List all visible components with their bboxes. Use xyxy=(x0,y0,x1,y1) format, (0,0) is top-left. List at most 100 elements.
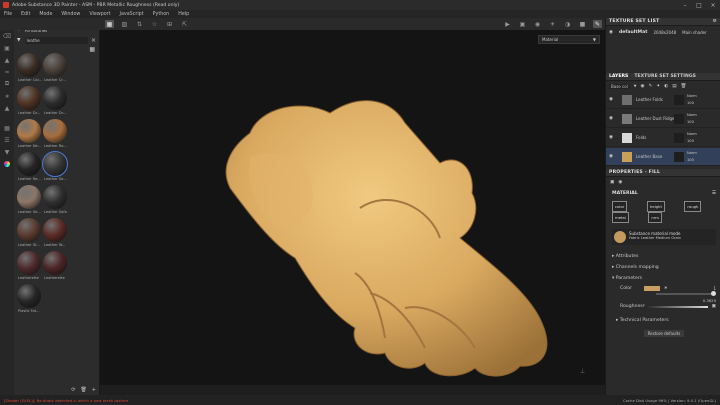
maximize-icon[interactable]: □ xyxy=(692,0,706,10)
substance-material-card[interactable]: Substance material mode Fabric Leather M… xyxy=(612,229,716,245)
layer-blend-mode[interactable]: Norm xyxy=(687,94,697,98)
section-attributes[interactable]: ▸ Attributes xyxy=(612,251,716,262)
restore-defaults-button[interactable]: Restore defaults xyxy=(644,330,684,337)
visibility-icon[interactable]: ◉ xyxy=(609,116,613,121)
menu-python[interactable]: Python xyxy=(153,12,170,17)
layer-row[interactable]: ◉ Leather Folds Norm 100 xyxy=(606,91,720,109)
roughness-menu-icon[interactable]: ▣ xyxy=(712,304,716,309)
material-menu-icon[interactable]: ☰ xyxy=(712,191,716,196)
layer-mask-slot[interactable] xyxy=(674,133,684,143)
visibility-icon[interactable]: ◉ xyxy=(609,30,613,35)
layer-blend-mode[interactable]: Norm xyxy=(687,132,697,136)
layer-opacity[interactable]: 100 xyxy=(687,139,694,143)
smudge-icon[interactable]: ≈ xyxy=(0,66,14,78)
pose-icon[interactable]: ☆ xyxy=(150,20,159,28)
close-icon[interactable]: × xyxy=(706,0,720,10)
section-technical-parameters[interactable]: ▸ Technical Parameters xyxy=(616,318,716,323)
section-channels-mapping[interactable]: ▸ Channels mapping xyxy=(612,262,716,273)
clone-icon[interactable]: ⧉ xyxy=(0,78,14,90)
split-view-icon[interactable]: ▧ xyxy=(120,20,129,28)
viewer-settings-icon[interactable]: ■ xyxy=(578,20,587,28)
asset-thumbnail[interactable] xyxy=(43,218,67,242)
asset-thumbnail[interactable] xyxy=(43,251,67,275)
menu-viewport[interactable]: Viewport xyxy=(89,12,110,17)
shader-select[interactable]: Main shader xyxy=(682,30,707,35)
material-mode-icon[interactable]: ◉ xyxy=(618,180,622,185)
library-icon[interactable]: ▦ xyxy=(0,122,14,134)
menu-edit[interactable]: Edit xyxy=(21,12,30,17)
polygon-fill-icon[interactable]: ▲ xyxy=(0,102,14,114)
menu-window[interactable]: Window xyxy=(61,12,80,17)
menu-file[interactable]: File xyxy=(4,12,12,17)
slider-handle[interactable] xyxy=(711,291,716,296)
chip-height[interactable]: height xyxy=(646,201,665,212)
eyedropper-icon[interactable]: ∗ xyxy=(664,286,668,291)
picker-icon[interactable]: ∗ xyxy=(0,90,14,102)
symmetry-icon[interactable]: ⇅ xyxy=(135,20,144,28)
play-icon[interactable]: ▶ xyxy=(503,20,512,28)
layer-blend-mode[interactable]: Norm xyxy=(687,113,697,117)
section-parameters[interactable]: ▾ Parameters xyxy=(612,273,716,284)
asset-thumbnail[interactable] xyxy=(17,218,41,242)
chip-metal[interactable]: metal xyxy=(612,212,629,223)
layer-row[interactable]: ◉ Leather Base Norm 100 xyxy=(606,148,720,166)
channel-select[interactable]: Base col xyxy=(609,83,630,89)
asset-thumbnail[interactable] xyxy=(17,284,41,308)
export-icon[interactable]: ⇱ xyxy=(180,20,189,28)
asset-thumbnail[interactable] xyxy=(17,53,41,77)
paint-mode-icon[interactable]: ✎ xyxy=(593,20,602,28)
add-icon[interactable]: + xyxy=(92,387,96,393)
grid-view-icon[interactable]: ▦ xyxy=(89,46,95,53)
asset-thumbnail[interactable] xyxy=(43,119,67,143)
display-settings-icon[interactable]: ◑ xyxy=(563,20,572,28)
asset-thumbnail[interactable] xyxy=(17,251,41,275)
asset-thumbnail[interactable] xyxy=(17,152,41,176)
color-wheel-icon[interactable] xyxy=(0,158,14,170)
chip-color[interactable]: color xyxy=(612,201,628,212)
menu-javascript[interactable]: JavaScript xyxy=(120,12,144,17)
add-paint-layer-icon[interactable]: ✎ xyxy=(649,84,653,89)
geometry-fill-icon[interactable]: ▲ xyxy=(0,54,14,66)
roughness-slider[interactable] xyxy=(644,305,708,308)
add-fill-layer-icon[interactable]: ◉ xyxy=(640,84,644,89)
fullscreen-icon[interactable]: ▣ xyxy=(518,20,527,28)
menu-help[interactable]: Help xyxy=(178,12,189,17)
color-swatch[interactable] xyxy=(644,286,660,291)
camera-icon[interactable]: ◉ xyxy=(533,20,542,28)
projection-icon[interactable]: ▣ xyxy=(0,42,14,54)
asset-thumbnail[interactable] xyxy=(42,151,68,177)
shelf-icon[interactable]: ☰ xyxy=(0,134,14,146)
chip-rough[interactable]: rough xyxy=(684,201,702,212)
visibility-icon[interactable]: ◉ xyxy=(609,135,613,140)
grid-layout-icon[interactable]: ▦ xyxy=(105,20,114,28)
asset-thumbnail[interactable] xyxy=(43,86,67,110)
delete-layer-icon[interactable]: 🗑 xyxy=(681,84,687,89)
tab-layers[interactable]: LAYERS xyxy=(609,74,628,79)
filter-icon[interactable]: ▼ xyxy=(0,146,14,158)
add-effect-icon[interactable]: ✦ xyxy=(656,84,660,89)
asset-thumbnail[interactable] xyxy=(43,53,67,77)
add-mask-icon[interactable]: ◐ xyxy=(664,84,668,89)
fill-mode-icon[interactable]: ▣ xyxy=(610,180,614,185)
search-input[interactable]: leathe xyxy=(24,36,88,44)
texture-set-row[interactable]: ◉ defaultMat 2048x2048 Main shader xyxy=(606,26,720,38)
refresh-icon[interactable]: ⟳ xyxy=(71,387,75,393)
add-folder-icon[interactable]: ▤ xyxy=(672,84,676,89)
layer-mask-slot[interactable] xyxy=(674,114,684,124)
chip-nrm[interactable]: nrm xyxy=(648,212,662,223)
settings-icon[interactable]: ⚙ xyxy=(713,19,717,24)
asset-thumbnail[interactable] xyxy=(17,185,41,209)
tab-texture-set-settings[interactable]: TEXTURE SET SETTINGS xyxy=(634,74,696,79)
layer-opacity[interactable]: 100 xyxy=(687,158,694,162)
viewport-mode-select[interactable]: Material ▼ xyxy=(538,35,600,44)
layer-mask-slot[interactable] xyxy=(674,152,684,162)
asset-thumbnail[interactable] xyxy=(43,185,67,209)
delete-icon[interactable]: 🗑 xyxy=(80,387,86,393)
glove-model[interactable] xyxy=(190,68,560,393)
menu-mode[interactable]: Mode xyxy=(39,12,52,17)
filter-icon[interactable]: ▼ xyxy=(17,38,21,43)
layer-opacity[interactable]: 100 xyxy=(687,120,694,124)
eraser-icon[interactable]: ⌫ xyxy=(0,30,14,42)
render-icon[interactable]: ☀ xyxy=(548,20,557,28)
layer-opacity[interactable]: 100 xyxy=(687,101,694,105)
